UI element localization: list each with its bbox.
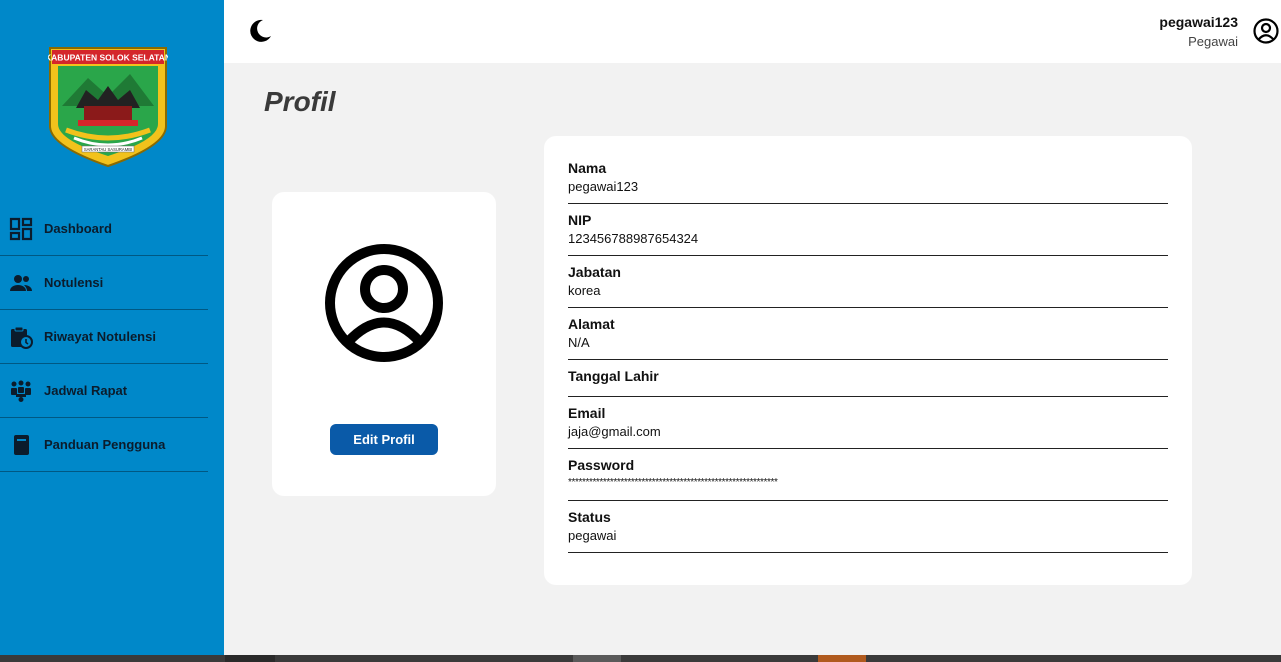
field-alamat: Alamat N/A — [568, 308, 1168, 360]
field-label: Alamat — [568, 316, 615, 332]
sidebar-item-label: Jadwal Rapat — [44, 383, 128, 398]
meeting-icon — [8, 378, 34, 404]
field-label: Status — [568, 509, 611, 525]
logo-motto: SARANTAU SASURAMBI — [84, 147, 132, 152]
field-label: Nama — [568, 160, 607, 176]
field-label: Tanggal Lahir — [568, 368, 659, 384]
avatar-card: Edit Profil — [272, 192, 496, 496]
top-bar: pegawai123 Pegawai — [224, 0, 1281, 63]
profile-info-card: Nama pegawai123 NIP 123456788987654324 J… — [544, 136, 1192, 585]
sidebar-nav: Dashboard Notulensi Riwayat Notulensi Ja… — [0, 202, 208, 472]
edit-profile-button[interactable]: Edit Profil — [330, 424, 438, 455]
field-value: jaja@gmail.com — [568, 424, 661, 439]
field-nama: Nama pegawai123 — [568, 160, 1168, 204]
field-nip: NIP 123456788987654324 — [568, 204, 1168, 256]
user-name: pegawai123 — [1159, 14, 1238, 30]
user-circle-icon[interactable] — [1252, 17, 1280, 45]
people-icon — [8, 270, 34, 296]
field-label: Email — [568, 405, 606, 421]
field-label: Jabatan — [568, 264, 621, 280]
field-password: Password *******************************… — [568, 449, 1168, 501]
page-title: Profil — [264, 86, 336, 117]
sidebar-item-label: Dashboard — [44, 221, 112, 236]
sidebar-item-label: Notulensi — [44, 275, 104, 290]
kabupaten-logo: KABUPATEN SOLOK SELATAN SARANTAU SASURAM… — [48, 47, 168, 168]
field-status: Status pegawai — [568, 501, 1168, 553]
field-value: N/A — [568, 335, 590, 350]
book-icon — [8, 432, 34, 458]
taskbar-item[interactable] — [225, 655, 275, 662]
field-value: ****************************************… — [568, 477, 778, 488]
taskbar-item[interactable] — [818, 655, 866, 662]
field-email: Email jaja@gmail.com — [568, 397, 1168, 449]
taskbar-item[interactable] — [573, 655, 621, 662]
sidebar-item-label: Panduan Pengguna — [44, 437, 166, 452]
sidebar-item-notulensi[interactable]: Notulensi — [0, 256, 208, 310]
clipboard-clock-icon — [8, 324, 34, 350]
user-role: Pegawai — [1188, 34, 1238, 49]
field-label: Password — [568, 457, 635, 473]
sidebar-item-riwayat-notulensi[interactable]: Riwayat Notulensi — [0, 310, 208, 364]
sidebar: KABUPATEN SOLOK SELATAN SARANTAU SASURAM… — [0, 0, 224, 655]
sidebar-item-label: Riwayat Notulensi — [44, 329, 156, 344]
logo-text: KABUPATEN SOLOK SELATAN — [48, 53, 168, 63]
field-jabatan: Jabatan korea — [568, 256, 1168, 308]
os-taskbar — [0, 655, 1281, 662]
field-label: NIP — [568, 212, 592, 228]
sidebar-item-jadwal-rapat[interactable]: Jadwal Rapat — [0, 364, 208, 418]
sidebar-item-dashboard[interactable]: Dashboard — [0, 202, 208, 256]
field-value: pegawai123 — [568, 179, 639, 194]
sidebar-item-panduan-pengguna[interactable]: Panduan Pengguna — [0, 418, 208, 472]
dashboard-icon — [8, 216, 34, 242]
user-circle-icon — [324, 243, 444, 363]
field-value: 123456788987654324 — [568, 231, 699, 246]
field-value: pegawai — [568, 528, 617, 543]
field-value: korea — [568, 283, 601, 298]
moon-icon[interactable] — [247, 18, 273, 44]
field-tanggal-lahir: Tanggal Lahir — [568, 360, 1168, 397]
user-info: pegawai123 Pegawai — [1159, 14, 1238, 49]
